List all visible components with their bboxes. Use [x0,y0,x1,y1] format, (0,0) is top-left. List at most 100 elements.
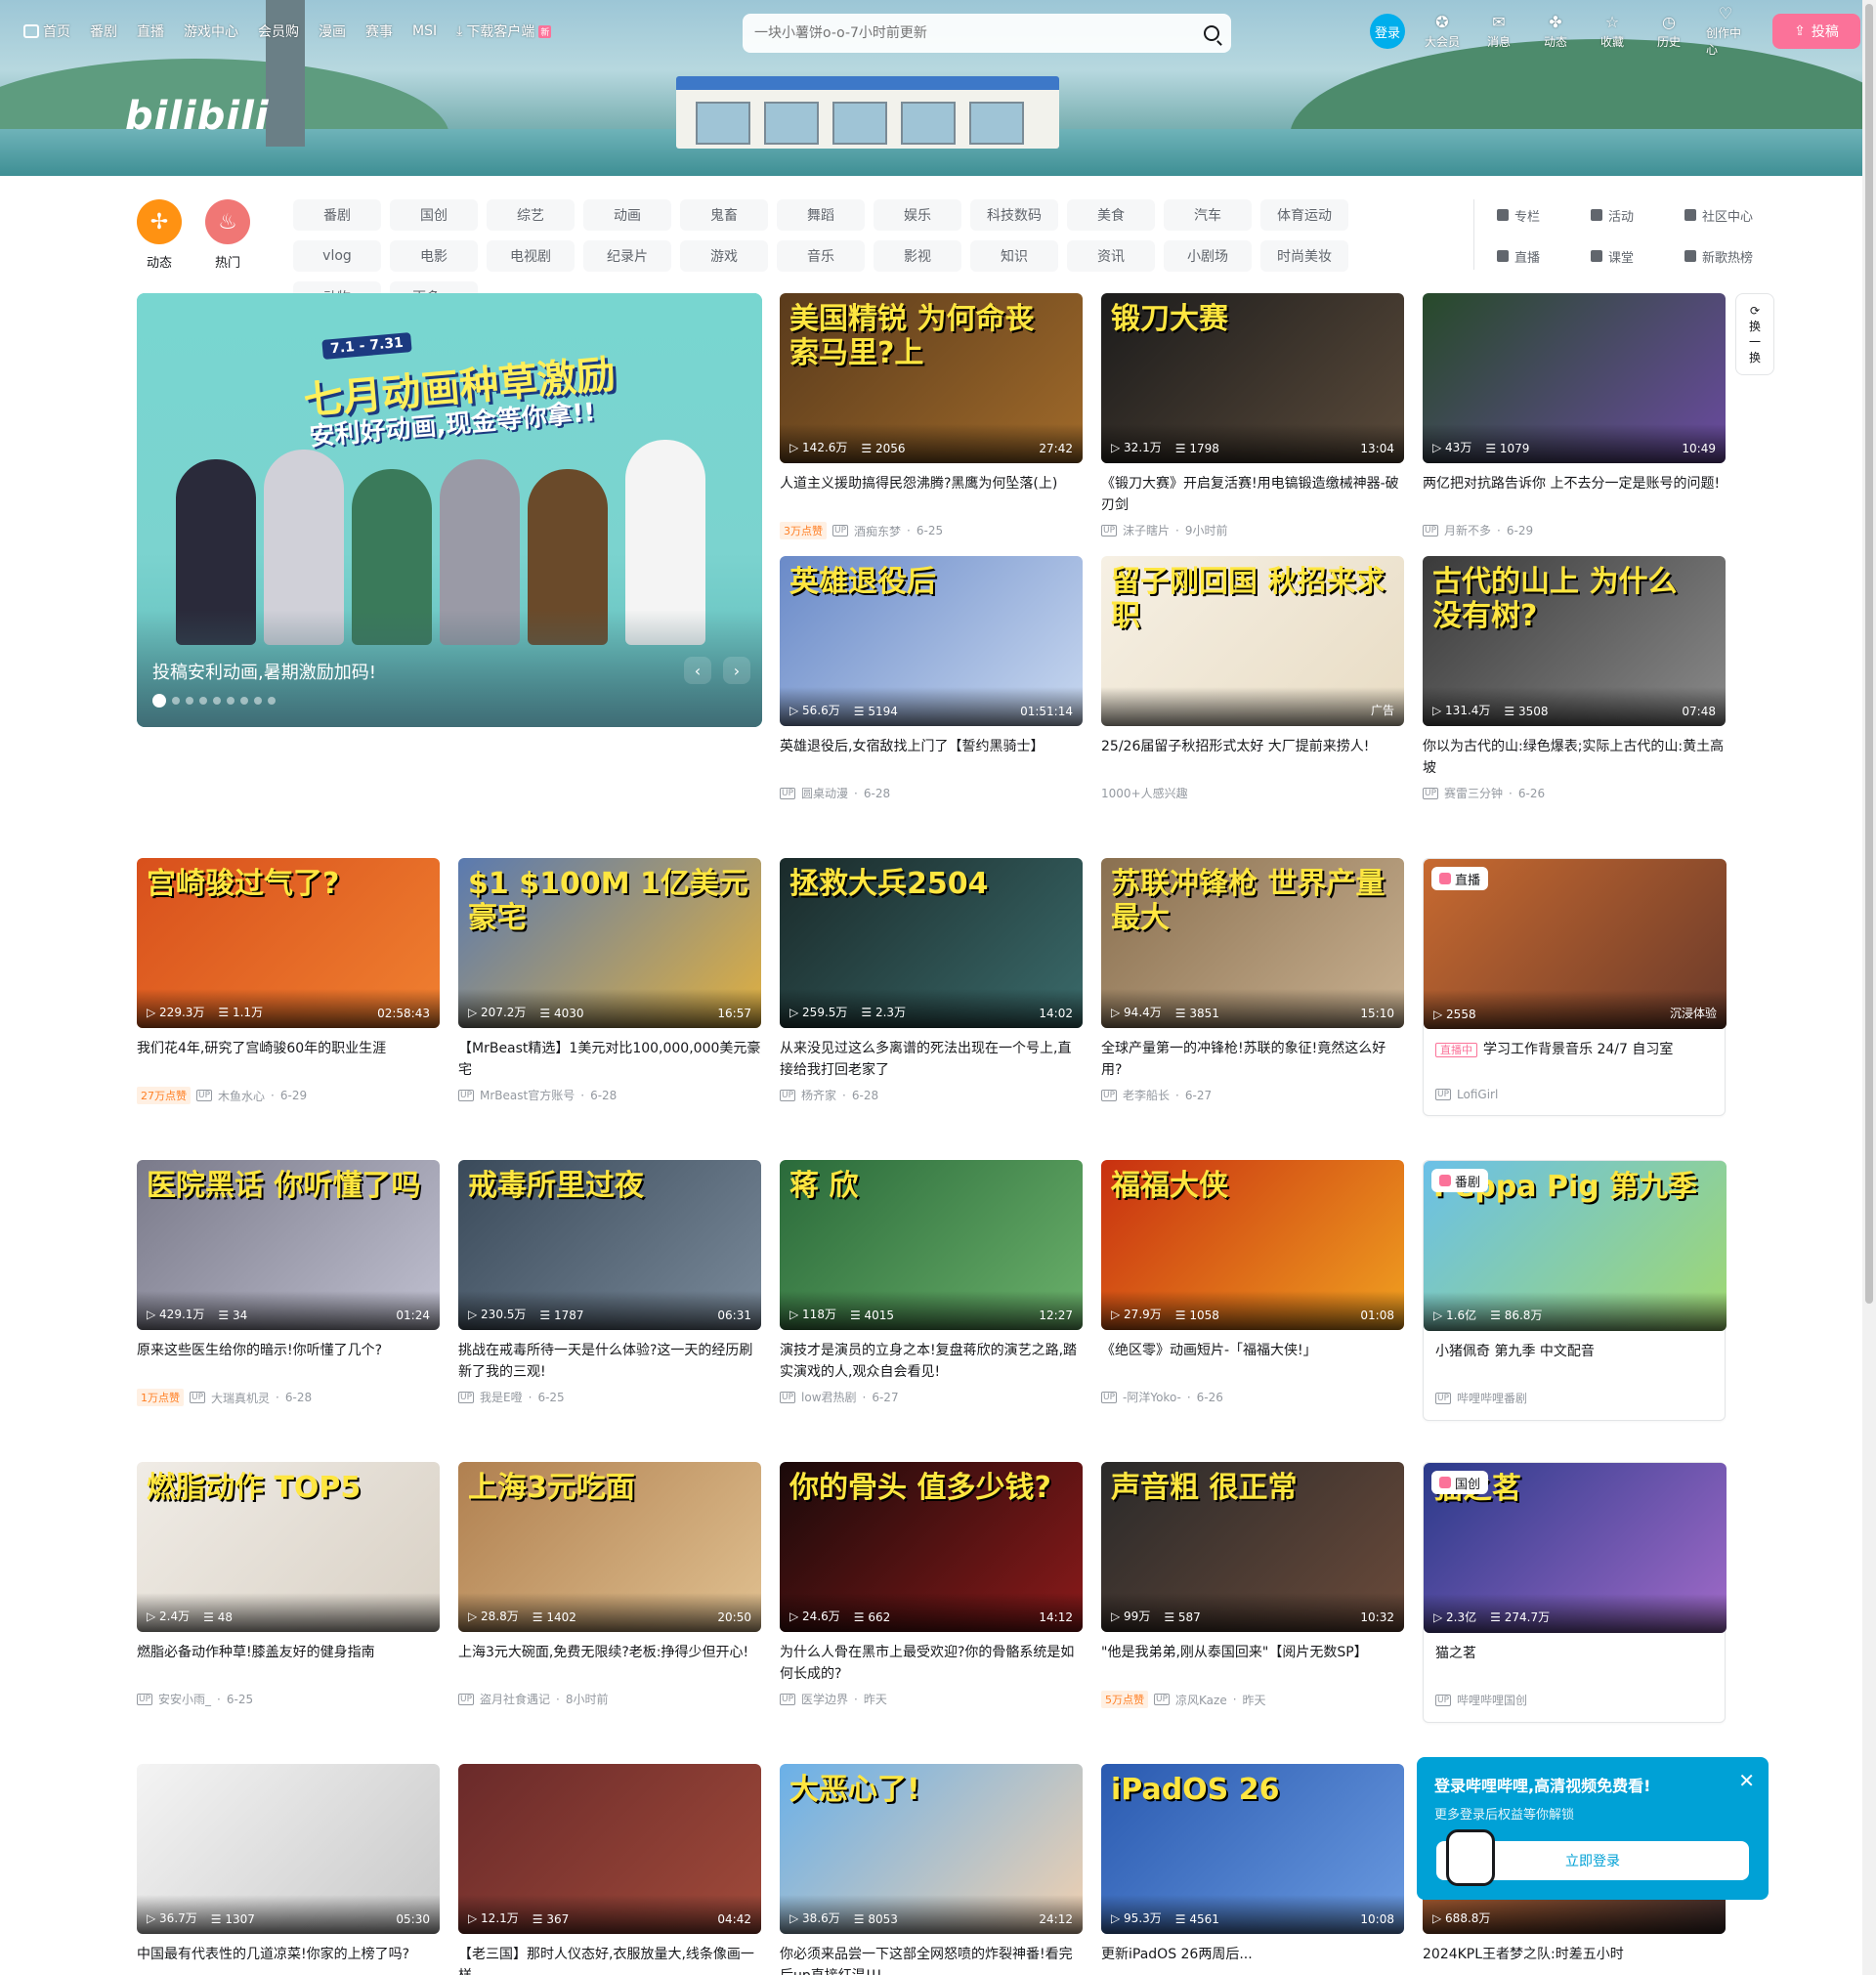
video-thumbnail[interactable]: $1 $100M 1亿美元豪宅 ▷ 207.2万 ☰ 4030 16:57 [458,858,761,1028]
video-thumbnail[interactable]: 留子刚回国 秋招来求职 广告 [1101,556,1404,726]
author-name[interactable]: 沫子瞎片 [1123,522,1170,538]
video-title[interactable]: 25/26届留子秋招形式太好 大厂提前来捞人! [1101,736,1404,779]
video-title[interactable]: 更新iPadOS 26两周后... [1101,1944,1404,1975]
scrollbar[interactable] [1862,0,1876,1975]
video-title[interactable]: 人道主义援助搞得民怨沸腾?黑鹰为何坠落(上) [780,473,1083,516]
video-title[interactable]: "他是我弟弟,刚从泰国回来"【阅片无数SP】 [1101,1642,1404,1685]
upload-button[interactable]: ⇪ 投稿 [1772,14,1860,49]
carousel-dot[interactable] [152,694,166,708]
video-thumbnail[interactable]: 美国精锐 为何命丧 索马里?上 ▷ 142.6万 ☰ 2056 27:42 [780,293,1083,463]
nav-game-center[interactable]: 游戏中心 [184,21,238,41]
video-title[interactable]: 猫之茗 [1424,1643,1725,1686]
nav-dynamic[interactable]: ✤ 动态 [1536,13,1575,50]
video-title[interactable]: 《锻刀大赛》开启复活赛!用电镐锻造缴械神器-破刃剑 [1101,473,1404,516]
nav-shop[interactable]: 会员购 [258,21,299,41]
close-icon[interactable]: ✕ [1738,1769,1755,1792]
author-name[interactable]: low君热剧 [801,1389,857,1405]
video-thumbnail[interactable]: ▷ 43万 ☰ 1079 10:49 [1423,293,1726,463]
side-link-music-chart[interactable]: 新歌热榜 [1684,240,1763,272]
channel-chip[interactable]: 体育运动 [1260,199,1348,231]
video-title[interactable]: 中国最有代表性的几道凉菜!你家的上榜了吗? [137,1944,440,1975]
author-name[interactable]: 木鱼水心 [218,1088,265,1104]
author-name[interactable]: 圆桌动漫 [801,785,848,801]
author-name[interactable]: 哔哩哔哩番剧 [1457,1390,1527,1406]
dynamic-channel[interactable]: ✢ 动态 [137,199,182,271]
video-card[interactable]: 上海3元吃面 ▷ 28.8万 ☰ 1402 20:50 上海3元大碗面,免费无限续?… [458,1462,761,1707]
nav-messages[interactable]: ✉ 消息 [1479,13,1518,50]
video-thumbnail[interactable]: 直播 ▷ 2558 沉浸体验 [1424,859,1727,1029]
nav-manga[interactable]: 漫画 [319,21,346,41]
video-card[interactable]: 直播 ▷ 2558 沉浸体验 直播中 学习工作背景音乐 24/7 自习室 UP Lof… [1423,858,1727,1116]
channel-chip[interactable]: 科技数码 [970,199,1058,231]
video-thumbnail[interactable]: 燃脂动作 TOP5 ▷ 2.4万 ☰ 48 [137,1462,440,1632]
video-card[interactable]: 蒋 欣 ▷ 118万 ☰ 4015 12:27 演技才是演员的立身之本!复盘蒋欣的演… [780,1160,1083,1405]
author-name[interactable]: 我是E噔 [480,1389,523,1405]
video-card[interactable]: 大恶心了! ▷ 38.6万 ☰ 8053 24:12 你必须来品尝一下这部全网怒喷的… [780,1764,1083,1975]
channel-chip[interactable]: 综艺 [487,199,575,231]
nav-bangumi[interactable]: 番剧 [90,21,117,41]
author-name[interactable]: 盗月社食遇记 [480,1691,550,1707]
video-title[interactable]: 原来这些医生给你的暗示!你听懂了几个? [137,1340,440,1383]
channel-chip[interactable]: 游戏 [680,240,768,272]
nav-vip[interactable]: ✪ 大会员 [1423,13,1462,50]
author-name[interactable]: 酒痴东梦 [854,523,901,539]
channel-chip[interactable]: 资讯 [1067,240,1155,272]
video-title[interactable]: 燃脂必备动作种草!膝盖友好的健身指南 [137,1642,440,1685]
nav-creator-center[interactable]: ♡ 创作中心 [1706,5,1745,58]
channel-chip[interactable]: 鬼畜 [680,199,768,231]
video-card[interactable]: 宫崎骏过气了? ▷ 229.3万 ☰ 1.1万 02:58:43 我们花4年,研究了… [137,858,440,1104]
video-title[interactable]: 【MrBeast精选】1美元对比100,000,000美元豪宅 [458,1038,761,1081]
video-card[interactable]: 福福大侠 ▷ 27.9万 ☰ 1058 01:08 《绝区零》动画短片-「福福大侠!… [1101,1160,1404,1405]
author-name[interactable]: -阿洋Yoko- [1123,1389,1181,1405]
author-name[interactable]: 哔哩哔哩国创 [1457,1692,1527,1708]
nav-live[interactable]: 直播 [137,21,164,41]
video-title[interactable]: 为什么人骨在黑市上最受欢迎?你的骨骼系统是如何长成的? [780,1642,1083,1685]
carousel-dot[interactable] [199,697,207,705]
nav-favorites[interactable]: ☆ 收藏 [1593,13,1632,50]
video-thumbnail[interactable]: 苏联冲锋枪 世界产量最大 ▷ 94.4万 ☰ 3851 15:10 [1101,858,1404,1028]
bilibili-logo[interactable]: bilibili [125,94,270,139]
video-card[interactable]: 美国精锐 为何命丧 索马里?上 ▷ 142.6万 ☰ 2056 27:42 人道主义… [780,293,1083,539]
video-thumbnail[interactable]: iPadOS 26 ▷ 95.3万 ☰ 4561 10:08 [1101,1764,1404,1934]
video-thumbnail[interactable]: 大恶心了! ▷ 38.6万 ☰ 8053 24:12 [780,1764,1083,1934]
nav-msi[interactable]: MSI [412,23,437,39]
video-card[interactable]: ▷ 36.7万 ☰ 1307 05:30 中国最有代表性的几道凉菜!你家的上榜了吗? [137,1764,440,1975]
video-title[interactable]: 你以为古代的山:绿色爆表;实际上古代的山:黄土高坡 [1423,736,1726,779]
video-thumbnail[interactable]: 声音粗 很正常 ▷ 99万 ☰ 587 10:32 [1101,1462,1404,1632]
author-name[interactable]: 月新不多 [1444,522,1491,538]
video-card[interactable]: ▷ 12.1万 ☰ 367 04:42 【老三国】那时人仪态好,衣服放量大,线条像画… [458,1764,761,1975]
search-icon[interactable] [1204,25,1219,41]
video-title[interactable]: 【老三国】那时人仪态好,衣服放量大,线条像画一样 [458,1944,761,1975]
video-card[interactable]: 你的骨头 值多少钱? ▷ 24.6万 ☰ 662 14:12 为什么人骨在黑市上最受… [780,1462,1083,1707]
video-thumbnail[interactable]: 蒋 欣 ▷ 118万 ☰ 4015 12:27 [780,1160,1083,1330]
video-thumbnail[interactable]: 你的骨头 值多少钱? ▷ 24.6万 ☰ 662 14:12 [780,1462,1083,1632]
carousel-dot[interactable] [213,697,221,705]
channel-chip[interactable]: 纪录片 [583,240,671,272]
search-input[interactable] [754,25,1204,41]
video-thumbnail[interactable]: 福福大侠 ▷ 27.9万 ☰ 1058 01:08 [1101,1160,1404,1330]
author-name[interactable]: MrBeast官方账号 [480,1087,575,1103]
video-thumbnail[interactable]: 锻刀大赛 ▷ 32.1万 ☰ 1798 13:04 [1101,293,1404,463]
video-thumbnail[interactable]: 宫崎骏过气了? ▷ 229.3万 ☰ 1.1万 02:58:43 [137,858,440,1028]
hero-carousel[interactable]: 7.1 - 7.31 七月动画种草激励 安利好动画,现金等你拿!! 投稿安利动画… [137,293,762,727]
video-card[interactable]: 拯救大兵2504 ▷ 259.5万 ☰ 2.3万 14:02 从来没见过这么多离谱的… [780,858,1083,1103]
channel-chip[interactable]: 电影 [390,240,478,272]
video-card[interactable]: 英雄退役后 ▷ 56.6万 ☰ 5194 01:51:14 英雄退役后,女宿敌找上门… [780,556,1083,801]
author-name[interactable]: 医学边界 [801,1691,848,1707]
channel-chip[interactable]: 国创 [390,199,478,231]
video-thumbnail[interactable]: 拯救大兵2504 ▷ 259.5万 ☰ 2.3万 14:02 [780,858,1083,1028]
nav-home[interactable]: 首页 [23,21,70,41]
video-thumbnail[interactable]: 上海3元吃面 ▷ 28.8万 ☰ 1402 20:50 [458,1462,761,1632]
side-link-column[interactable]: 专栏 [1497,199,1575,231]
video-title[interactable]: 小猪佩奇 第九季 中文配音 [1424,1341,1725,1384]
channel-chip[interactable]: 汽车 [1164,199,1252,231]
scrollbar-thumb[interactable] [1865,4,1873,1304]
author-name[interactable]: LofiGirl [1457,1088,1498,1101]
author-name[interactable]: 凉风Kaze [1175,1692,1227,1708]
video-card[interactable]: 古代的山上 为什么 没有树? ▷ 131.4万 ☰ 3508 07:48 你以为古代… [1423,556,1726,801]
video-card[interactable]: Peppa Pig 第九季 番剧 ▷ 1.6亿 ☰ 86.8万 小猪佩奇 第九季 … [1423,1160,1727,1421]
carousel-prev-button[interactable]: ‹ [684,657,711,684]
carousel-caption[interactable]: 投稿安利动画,暑期激励加码! [152,659,376,684]
author-name[interactable]: 赛雷三分钟 [1444,785,1503,801]
nav-history[interactable]: ◷ 历史 [1649,13,1688,50]
